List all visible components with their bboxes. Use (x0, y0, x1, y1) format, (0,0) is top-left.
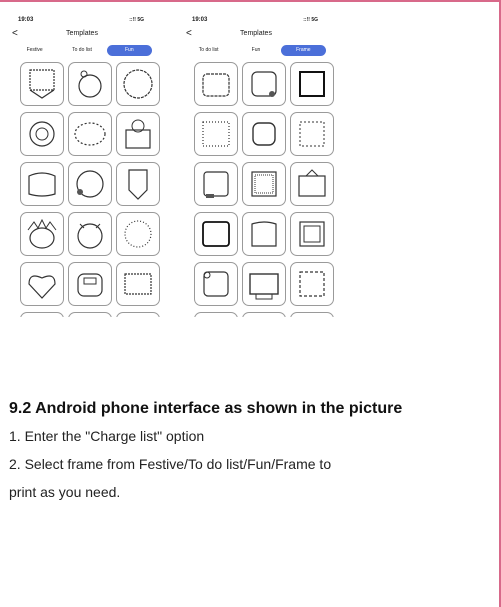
frame-template-tile[interactable] (20, 312, 64, 317)
frame-thumbnail-icon (202, 221, 230, 247)
frame-thumbnail-icon (299, 121, 325, 147)
frame-thumbnail-icon (124, 273, 152, 295)
frame-thumbnail-icon (27, 218, 57, 249)
frame-template-tile[interactable] (290, 162, 334, 206)
right-phone-screenshot: 19:03 ::!! 5G < Templates To do list Fun… (182, 14, 334, 317)
frame-template-tile[interactable] (20, 262, 64, 306)
frame-thumbnail-icon (120, 316, 156, 317)
tab-frame[interactable]: Frame (280, 44, 326, 56)
frame-template-tile[interactable] (194, 112, 238, 156)
frame-template-tile[interactable] (194, 312, 238, 317)
frame-thumbnail-icon (252, 122, 276, 146)
frame-thumbnail-icon (124, 220, 152, 248)
frame-template-tile[interactable] (68, 312, 112, 317)
frame-thumbnail-icon (251, 71, 277, 97)
frame-template-tile[interactable] (290, 212, 334, 256)
signal-indicator: ::!! 5G (303, 17, 318, 23)
frame-thumbnail-icon (77, 223, 103, 249)
instruction-step-2-continued: print as you need. (9, 484, 121, 500)
tab-fun[interactable]: Fun (233, 45, 278, 56)
frame-template-tile[interactable] (290, 262, 334, 306)
nav-bar: < Templates (8, 28, 156, 42)
frame-template-tile[interactable] (194, 212, 238, 256)
nav-bar: < Templates (182, 28, 330, 42)
frame-template-tile[interactable] (20, 212, 64, 256)
frame-template-tile[interactable] (68, 212, 112, 256)
frame-thumbnail-icon (198, 316, 234, 317)
status-bar: 19:03 ::!! 5G (182, 14, 330, 28)
frame-thumbnail-icon (202, 73, 230, 97)
frame-template-tile[interactable] (242, 112, 286, 156)
frame-thumbnail-icon (203, 271, 229, 297)
frame-template-tile[interactable] (116, 62, 160, 106)
frame-template-tile[interactable] (194, 62, 238, 106)
status-time: 19:03 (18, 17, 34, 23)
frame-thumbnail-icon (249, 273, 279, 300)
frame-template-tile[interactable] (68, 62, 112, 106)
frame-thumbnail-icon (299, 71, 325, 97)
status-bar: 19:03 ::!! 5G (8, 14, 156, 28)
frame-template-tile[interactable] (20, 62, 64, 106)
tab-to-do-list[interactable]: To do list (186, 45, 231, 56)
frame-template-tile[interactable] (290, 62, 334, 106)
frame-thumbnail-icon (78, 70, 102, 98)
frame-thumbnail-icon (77, 273, 103, 297)
frame-template-tile[interactable] (116, 112, 160, 156)
frame-template-tile[interactable] (242, 62, 286, 106)
instruction-step-1: 1. Enter the "Charge list" option (9, 428, 205, 444)
frame-thumbnail-icon (246, 316, 282, 317)
screen-title: Templates (66, 30, 98, 37)
frame-template-tile[interactable] (116, 162, 160, 206)
frame-thumbnail-icon (29, 121, 55, 147)
screen-title: Templates (240, 30, 272, 37)
category-tabs: Festive To do list Fun (8, 44, 156, 56)
frame-thumbnail-icon (74, 122, 106, 146)
left-phone-screenshot: 19:03 ::!! 5G < Templates Festive To do … (8, 14, 160, 317)
frame-template-tile[interactable] (68, 112, 112, 156)
frame-thumbnail-icon (28, 172, 56, 197)
frame-thumbnail-icon (28, 275, 56, 299)
frame-thumbnail-icon (294, 316, 330, 317)
signal-indicator: ::!! 5G (129, 17, 144, 23)
section-heading: 9.2 Android phone interface as shown in … (9, 400, 403, 417)
category-tabs: To do list Fun Frame (182, 44, 330, 56)
frame-thumbnail-icon (72, 316, 108, 317)
frame-template-tile[interactable] (242, 212, 286, 256)
instruction-step-2: 2. Select frame from Festive/To do list/… (9, 456, 332, 472)
frame-template-tile[interactable] (20, 112, 64, 156)
frame-template-tile[interactable] (290, 312, 334, 317)
frame-thumbnail-icon (299, 271, 325, 297)
frame-template-tile[interactable] (290, 112, 334, 156)
frame-thumbnail-icon (298, 169, 326, 197)
frame-thumbnail-icon (123, 69, 153, 99)
frame-template-tile[interactable] (20, 162, 64, 206)
frame-template-tile[interactable] (242, 312, 286, 317)
frame-template-tile[interactable] (68, 262, 112, 306)
tab-festive[interactable]: Festive (12, 45, 57, 56)
frame-thumbnail-icon (299, 221, 325, 247)
frame-thumbnail-icon (202, 121, 230, 147)
frame-template-tile[interactable] (116, 312, 160, 317)
frame-template-tile[interactable] (194, 162, 238, 206)
frame-thumbnail-icon (76, 170, 104, 198)
frame-thumbnail-icon (203, 171, 229, 198)
tab-to-do-list[interactable]: To do list (59, 45, 104, 56)
frame-thumbnail-icon (251, 221, 277, 247)
frame-template-tile[interactable] (242, 162, 286, 206)
frame-template-tile[interactable] (116, 212, 160, 256)
frame-thumbnail-icon (128, 169, 148, 200)
frame-thumbnail-icon (29, 69, 55, 99)
frame-thumbnail-icon (24, 316, 60, 317)
template-grid (20, 62, 160, 317)
tab-fun[interactable]: Fun (106, 44, 152, 56)
template-grid (194, 62, 334, 317)
frame-template-tile[interactable] (68, 162, 112, 206)
frame-template-tile[interactable] (194, 262, 238, 306)
frame-template-tile[interactable] (116, 262, 160, 306)
status-time: 19:03 (192, 17, 208, 23)
frame-template-tile[interactable] (242, 262, 286, 306)
frame-thumbnail-icon (125, 119, 151, 149)
frame-thumbnail-icon (251, 171, 277, 197)
